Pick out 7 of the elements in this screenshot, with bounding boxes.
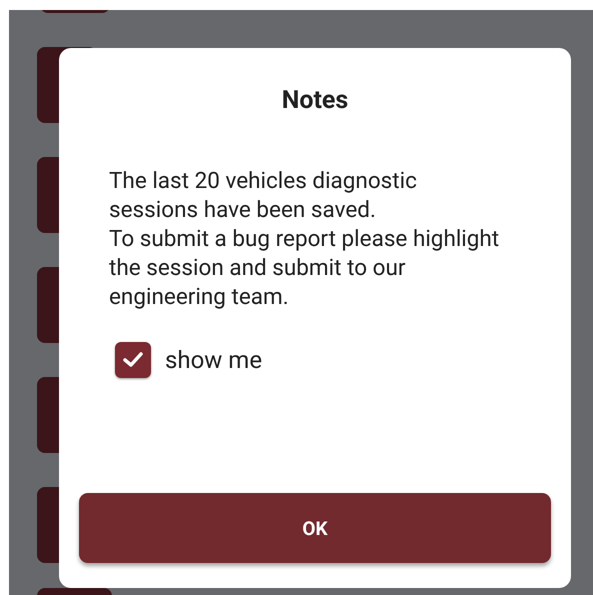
dialog-message: The last 20 vehicles diagnostic sessions have been saved. xyxy=(109,167,418,225)
checkbox-label: show me xyxy=(165,346,262,374)
checkmark-icon xyxy=(122,351,144,369)
dialog-message: To submit a bug report please highlight the session and submit to our engineering team. xyxy=(109,225,500,312)
ok-button[interactable]: OK xyxy=(79,493,551,563)
dialog-title: Notes xyxy=(280,86,350,115)
checkbox[interactable] xyxy=(115,342,151,378)
